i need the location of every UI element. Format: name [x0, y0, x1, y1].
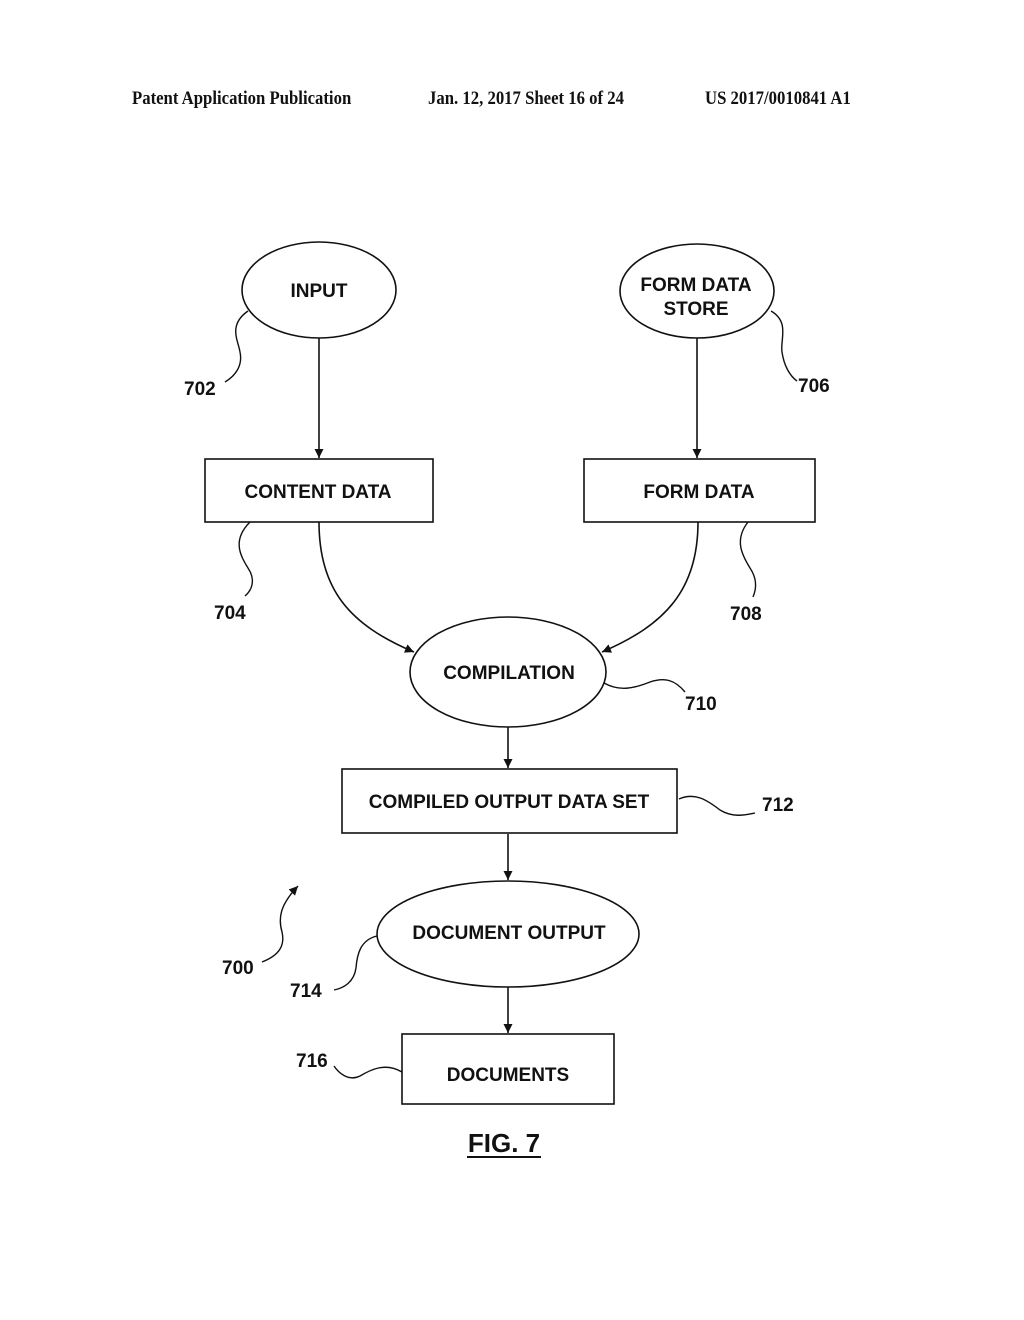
- node-compilation: COMPILATION: [409, 616, 607, 728]
- leader-708: [739, 521, 757, 598]
- ref-704: 704: [214, 603, 246, 624]
- edge-content-data-to-compilation: [318, 521, 415, 653]
- node-form-data-store: FORM DATA STORE: [619, 243, 775, 339]
- leader-700: [261, 885, 299, 963]
- node-document-output: DOCUMENT OUTPUT: [376, 880, 640, 988]
- leader-704: [238, 521, 254, 597]
- node-compiled-output: COMPILED OUTPUT DATA SET: [341, 768, 678, 834]
- flow-diagram: INPUT CONTENT DATA FORM DATA STORE FORM …: [184, 241, 830, 1158]
- leader-706: [770, 310, 798, 382]
- node-form-data-store-label-line2: STORE: [663, 299, 728, 320]
- ref-712: 712: [762, 795, 794, 816]
- node-document-output-label: DOCUMENT OUTPUT: [412, 923, 606, 944]
- node-form-data: FORM DATA: [583, 458, 816, 523]
- node-content-data: CONTENT DATA: [204, 458, 434, 523]
- node-documents: DOCUMENTS: [401, 1033, 615, 1105]
- ref-702: 702: [184, 379, 216, 400]
- ref-716: 716: [296, 1051, 328, 1072]
- leader-702: [224, 310, 249, 383]
- ref-714: 714: [290, 981, 322, 1002]
- ref-708: 708: [730, 604, 762, 625]
- ref-700: 700: [222, 958, 254, 979]
- node-input: INPUT: [241, 241, 397, 339]
- node-input-label: INPUT: [291, 281, 348, 302]
- ref-710: 710: [685, 694, 717, 715]
- node-form-data-label: FORM DATA: [643, 482, 754, 503]
- node-compilation-label: COMPILATION: [443, 663, 575, 684]
- node-form-data-store-label-line1: FORM DATA: [640, 275, 751, 296]
- figure-label: FIG. 7: [468, 1128, 540, 1158]
- leader-714: [333, 935, 378, 991]
- node-compiled-output-label: COMPILED OUTPUT DATA SET: [369, 792, 650, 813]
- leader-716: [333, 1065, 403, 1079]
- node-documents-label: DOCUMENTS: [447, 1065, 569, 1086]
- leader-712: [678, 795, 756, 816]
- leader-710: [603, 679, 686, 693]
- ref-706: 706: [798, 376, 830, 397]
- edge-form-data-to-compilation: [601, 521, 699, 653]
- node-content-data-label: CONTENT DATA: [244, 482, 391, 503]
